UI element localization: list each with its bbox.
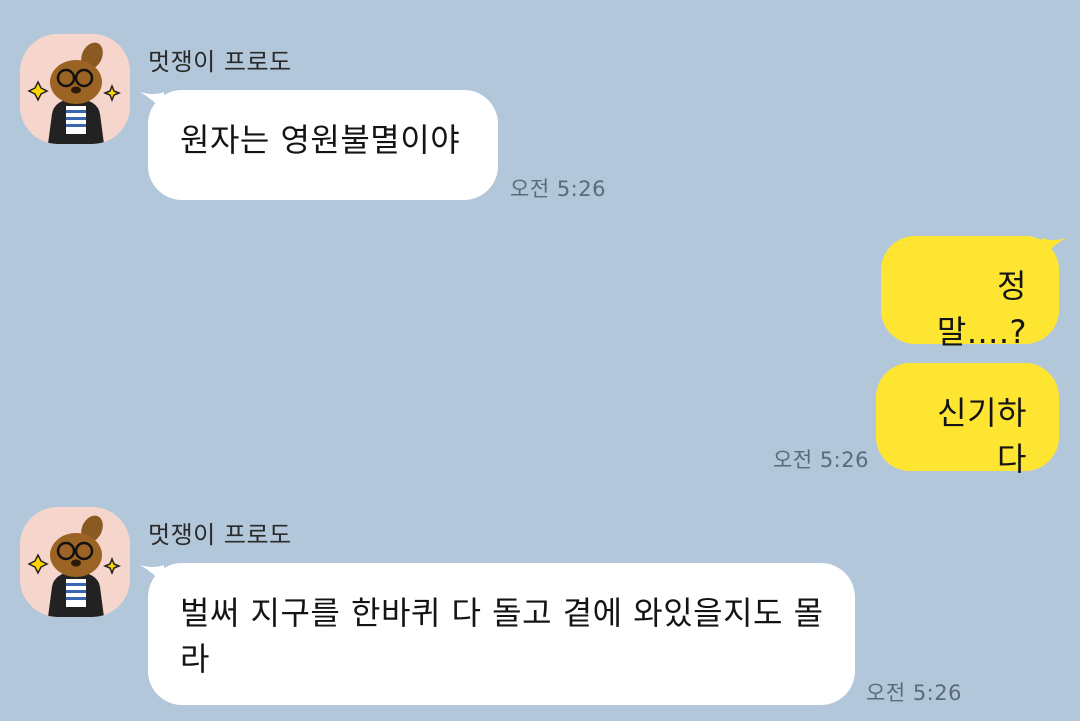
message-bubble[interactable]: 정말....? (881, 236, 1059, 351)
message-timestamp: 오전 5:26 (510, 177, 606, 201)
sender-name: 멋쟁이 프로도 (148, 48, 292, 76)
message-bubble[interactable]: 원자는 영원불멸이야 (148, 90, 498, 200)
message-bubble[interactable]: 벌써 지구를 한바퀴 다 돌고 곁에 와있을지도 몰라 (148, 563, 855, 705)
message-bubble[interactable]: 신기하다 (876, 363, 1059, 478)
frodo-character-icon (20, 34, 130, 144)
message-timestamp: 오전 5:26 (866, 681, 962, 705)
sender-avatar[interactable] (20, 34, 130, 144)
sender-name: 멋쟁이 프로도 (148, 521, 292, 549)
message-timestamp: 오전 5:26 (773, 448, 869, 472)
sender-avatar[interactable] (20, 507, 130, 617)
frodo-character-icon (20, 507, 130, 617)
